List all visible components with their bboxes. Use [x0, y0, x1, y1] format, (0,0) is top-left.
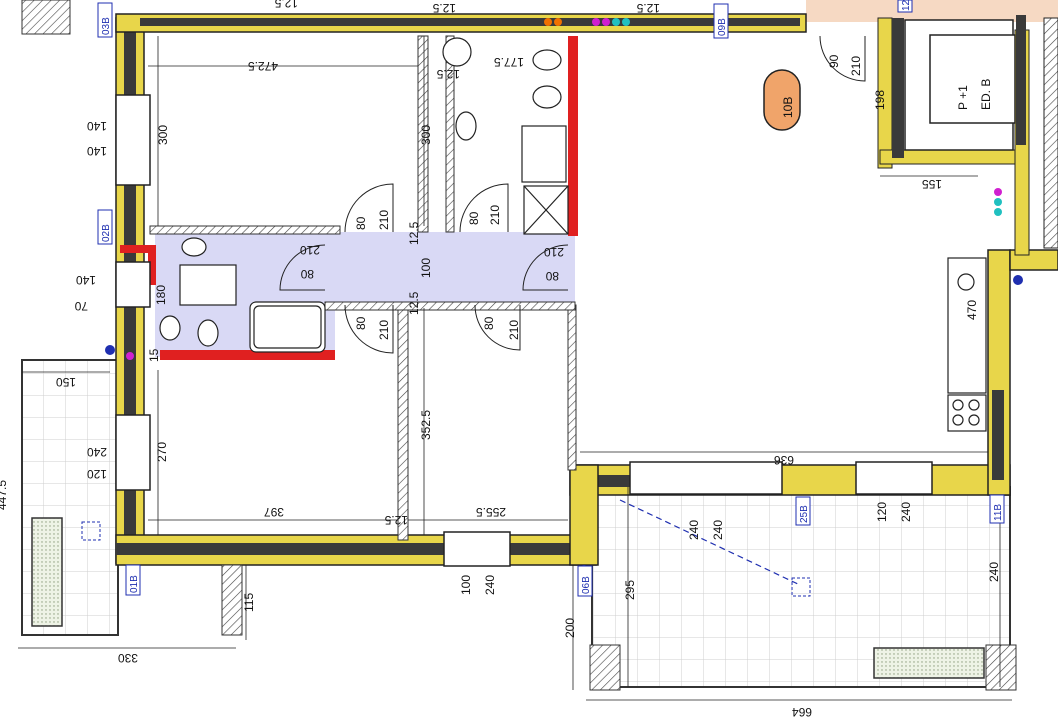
wall-tag-02b: 02B [101, 224, 112, 242]
wall-tag-25b: 25B [799, 505, 810, 523]
wall-tag-09b: 09B [717, 18, 728, 36]
dim-corr-12b: 12.5 [407, 291, 421, 315]
dim-w3-120: 120 [87, 467, 107, 481]
apartment-label: 10B [781, 97, 795, 118]
dim-t-295: 295 [623, 580, 637, 600]
dim-300b: 300 [419, 125, 433, 145]
stairs-label-line2: ED. B [979, 79, 993, 110]
dim-w2-15: 15 [147, 348, 161, 362]
dim-w2-140: 140 [76, 273, 96, 287]
dim-d5-210: 210 [377, 320, 391, 340]
dim-w1-140b: 140 [87, 144, 107, 158]
dim-corr-12a: 12.5 [407, 221, 421, 245]
dim-top-12a: 12.5 [432, 1, 456, 15]
dim-d3-210: 210 [300, 243, 320, 257]
wall-tag-11b: 11B [993, 504, 1004, 521]
dim-t-240d: 240 [987, 562, 1001, 582]
dim-bal-447: 447.5 [0, 480, 9, 510]
corridor-floor [335, 232, 575, 302]
dim-w2-70: 70 [74, 299, 88, 313]
dim-bal-150: 150 [56, 375, 76, 389]
dim-w1-140a: 140 [87, 119, 107, 133]
dim-win-240: 240 [483, 575, 497, 595]
dim-r-636: 636 [774, 453, 794, 467]
dim-bot-12: 12.5 [384, 513, 408, 527]
dim-r-470: 470 [965, 300, 979, 320]
terrace-edge-right [985, 644, 1017, 691]
wall-tag-12: 12 [901, 0, 912, 11]
terrace-edge-left [589, 644, 621, 691]
dim-corr-100: 100 [419, 258, 433, 278]
dim-352: 352.5 [419, 410, 433, 440]
dim-t-240a: 240 [687, 520, 701, 540]
dim-t-120: 120 [875, 502, 889, 522]
planter-right [873, 647, 985, 679]
red-pipe [120, 245, 150, 253]
dim-w3-270: 270 [155, 442, 169, 462]
dim-r-155: 155 [922, 177, 942, 191]
dim-w3-240: 240 [87, 445, 107, 459]
dim-top-12b: 12.5 [636, 1, 660, 15]
dim-t-664: 664 [792, 705, 812, 719]
wall-tag-03b: 03B [101, 17, 112, 35]
dim-d4-80: 80 [545, 269, 559, 283]
dim-d5-80: 80 [354, 316, 368, 330]
stairs-label-line1: P +1 [956, 85, 970, 110]
dim-left-330: 330 [118, 651, 138, 665]
balcony-edge [221, 564, 243, 636]
dim-t-200: 200 [563, 618, 577, 638]
dim-d4-210: 210 [544, 245, 564, 259]
dim-w2-180: 180 [154, 285, 168, 305]
dim-bot-397: 397 [264, 505, 284, 519]
dim-300a: 300 [156, 125, 170, 145]
dim-d1-210: 210 [377, 210, 391, 230]
dim-d2-80: 80 [467, 211, 481, 225]
dim-177: 177.5 [494, 55, 524, 69]
top-left-hatch [21, 0, 71, 35]
dim-bot-255: 255.5 [476, 505, 506, 519]
dim-d6-210: 210 [507, 320, 521, 340]
dim-d2-210: 210 [488, 205, 502, 225]
dim-d6-80: 80 [482, 316, 496, 330]
dim-r-198: 198 [873, 90, 887, 110]
wall-tag-01b: 01B [129, 575, 140, 593]
dim-win-100: 100 [459, 575, 473, 595]
dim-d7-210: 210 [849, 56, 863, 76]
wall-tag-06b: 06B [581, 576, 592, 594]
dim-472: 472.5 [248, 59, 278, 73]
planter-left [31, 517, 63, 627]
floor-plan: P +1 ED. B 10B 03B 09B 02B 01B 06B 25B 1… [0, 0, 1058, 719]
dim-t-240b: 240 [711, 520, 725, 540]
dim-d7-90: 90 [827, 54, 841, 68]
dim-d3-80: 80 [300, 267, 314, 281]
dim-left-115: 115 [242, 593, 256, 612]
dim-top-12d: 12.5 [274, 0, 298, 10]
dim-d1-80: 80 [354, 216, 368, 230]
dim-top-12c: 12.5 [436, 67, 460, 81]
dim-t-240c: 240 [899, 502, 913, 522]
red-wall-right [568, 36, 578, 236]
stairwell-label-box [929, 34, 1016, 124]
